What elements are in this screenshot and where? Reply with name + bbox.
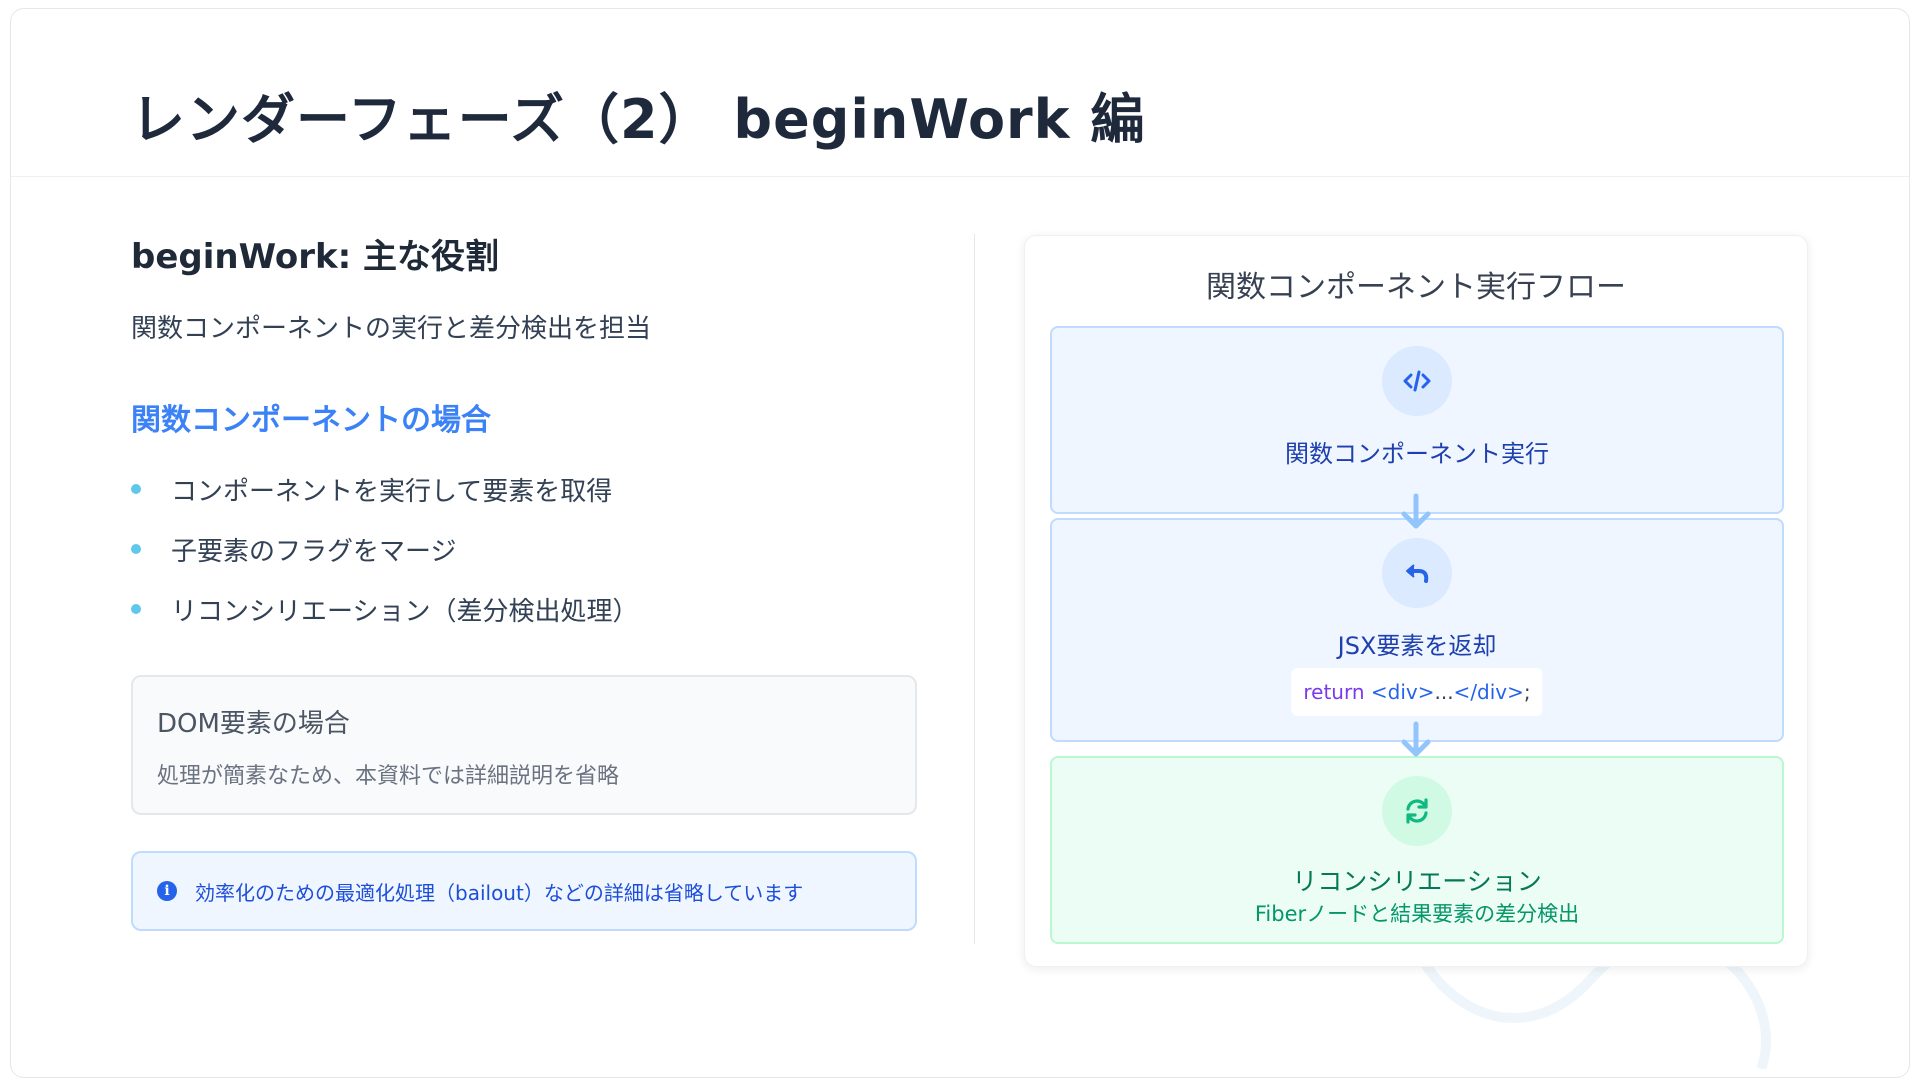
info-note: i 効率化のための最適化処理（bailout）などの詳細は省略しています bbox=[131, 851, 917, 931]
info-note-text: 効率化のための最適化処理（bailout）などの詳細は省略しています bbox=[195, 880, 804, 905]
slide: レンダーフェーズ（2） beginWork 編 beginWork: 主な役割 … bbox=[10, 8, 1910, 1078]
arrow-down-icon bbox=[1401, 493, 1431, 529]
code-semicolon: ; bbox=[1523, 680, 1531, 704]
dom-box-description: 処理が簡素なため、本資料では詳細説明を省略 bbox=[157, 764, 620, 789]
bullet-list: コンポーネントを実行して要素を取得 子要素のフラグをマージ リコンシリエーション… bbox=[131, 459, 917, 639]
flow-step-reconciliation: リコンシリエーション Fiberノードと結果要素の差分検出 bbox=[1050, 756, 1784, 944]
flow-step-label: 関数コンポーネント実行 bbox=[1285, 440, 1549, 468]
sync-icon bbox=[1382, 776, 1452, 846]
role-heading: beginWork: 主な役割 bbox=[131, 237, 500, 277]
dom-box-title: DOM要素の場合 bbox=[157, 709, 350, 739]
code-snippet: return <div>...</div>; bbox=[1291, 668, 1543, 716]
flow-step-label: リコンシリエーション bbox=[1292, 867, 1542, 896]
code-dots: ... bbox=[1434, 680, 1454, 704]
flow-step-label: JSX要素を返却 bbox=[1337, 632, 1497, 660]
slide-title: レンダーフェーズ（2） beginWork 編 bbox=[131, 88, 1146, 151]
list-item: リコンシリエーション（差分検出処理） bbox=[131, 579, 917, 639]
flow-card: 関数コンポーネント実行フロー 関数コンポーネント実行 JSX要素を返却 retu… bbox=[1024, 235, 1808, 967]
code-icon bbox=[1382, 346, 1452, 416]
bullet-dot-icon bbox=[131, 484, 141, 494]
list-item: 子要素のフラグをマージ bbox=[131, 519, 917, 579]
code-keyword: return bbox=[1303, 680, 1365, 704]
dom-element-box: DOM要素の場合 処理が簡素なため、本資料では詳細説明を省略 bbox=[131, 675, 917, 815]
list-item-text: コンポーネントを実行して要素を取得 bbox=[171, 476, 613, 507]
bullet-dot-icon bbox=[131, 544, 141, 554]
list-item-text: 子要素のフラグをマージ bbox=[171, 536, 457, 567]
code-close-tag: </div> bbox=[1453, 680, 1524, 704]
flow-title: 関数コンポーネント実行フロー bbox=[1206, 270, 1626, 305]
column-divider bbox=[974, 234, 975, 944]
info-icon: i bbox=[157, 881, 177, 901]
slide-header: レンダーフェーズ（2） beginWork 編 bbox=[11, 9, 1909, 177]
flow-step-sublabel: Fiberノードと結果要素の差分検出 bbox=[1254, 902, 1580, 926]
flow-step-return-jsx: JSX要素を返却 return <div>...</div>; bbox=[1050, 518, 1784, 742]
bullet-dot-icon bbox=[131, 604, 141, 614]
arrow-down-icon bbox=[1401, 721, 1431, 757]
code-open-tag: <div> bbox=[1364, 680, 1435, 704]
list-item-text: リコンシリエーション（差分検出処理） bbox=[171, 596, 639, 627]
role-description: 関数コンポーネントの実行と差分検出を担当 bbox=[131, 314, 652, 344]
list-item: コンポーネントを実行して要素を取得 bbox=[131, 459, 917, 519]
reply-arrow-icon bbox=[1382, 538, 1452, 608]
function-component-heading: 関数コンポーネントの場合 bbox=[131, 403, 491, 438]
flow-step-execute: 関数コンポーネント実行 bbox=[1050, 326, 1784, 514]
left-column: beginWork: 主な役割 関数コンポーネントの実行と差分検出を担当 関数コ… bbox=[131, 229, 917, 931]
